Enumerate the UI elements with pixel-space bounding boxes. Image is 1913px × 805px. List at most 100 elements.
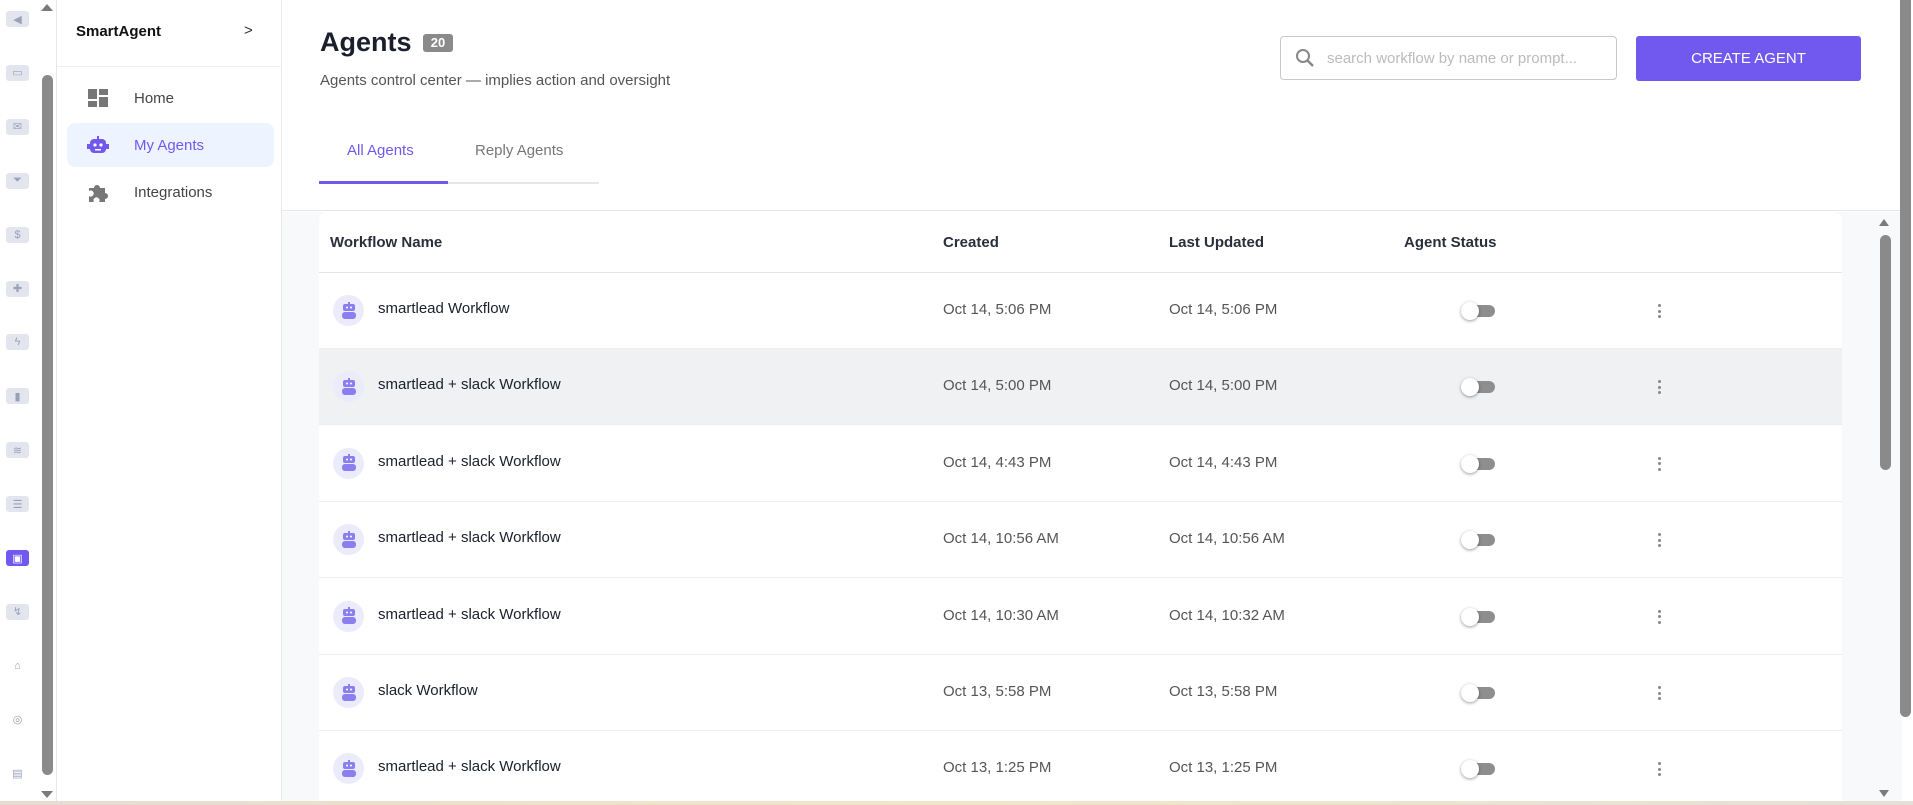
table-row[interactable]: smartlead + slack Workflow Oct 14, 5:00 P… — [319, 349, 1842, 426]
bar-chart-icon[interactable]: ▮ — [6, 388, 29, 405]
more-options-icon[interactable] — [1655, 759, 1663, 779]
sidebar-item-integrations[interactable]: Integrations — [67, 170, 274, 214]
more-options-icon[interactable] — [1655, 530, 1663, 550]
agent-status-toggle[interactable] — [1461, 302, 1495, 320]
robot-icon[interactable]: ▣ — [6, 550, 29, 566]
last-updated-date: Oct 14, 5:06 PM — [1169, 301, 1278, 318]
table-scroll-up[interactable] — [1879, 219, 1889, 226]
agent-status-toggle[interactable] — [1461, 760, 1495, 779]
book-icon[interactable]: ▤ — [6, 766, 29, 782]
more-options-icon[interactable] — [1655, 683, 1663, 703]
filter-icon[interactable]: ⏷ — [6, 172, 29, 189]
more-options-icon[interactable] — [1655, 377, 1663, 397]
workflow-name[interactable]: smartlead + slack Workflow — [378, 376, 561, 393]
active-tab-indicator — [319, 181, 448, 184]
content-area: Workflow Name Created Last Updated Agent… — [282, 212, 1902, 805]
app-rail: ◀ ▭ ✉ ⏷ $ ✚ ϟ ▮ ≋ ☰ ▣ ↯ ⌂ ◎ ▤ — [0, 0, 57, 805]
last-updated-date: Oct 13, 1:25 PM — [1169, 759, 1278, 777]
agent-status-toggle[interactable] — [1461, 684, 1495, 702]
agent-status-toggle[interactable] — [1461, 531, 1495, 550]
workflow-name[interactable]: slack Workflow — [378, 682, 478, 699]
agent-avatar-robot-icon — [333, 677, 364, 708]
agent-avatar-robot-icon — [333, 371, 364, 403]
agents-table: Workflow Name Created Last Updated Agent… — [319, 212, 1842, 805]
last-updated-date: Oct 14, 5:00 PM — [1169, 377, 1278, 395]
table-scrollbar[interactable] — [1880, 235, 1891, 470]
agent-avatar-robot-icon — [333, 524, 364, 556]
rail-scroll-down[interactable] — [41, 791, 53, 798]
workflow-name[interactable]: smartlead + slack Workflow — [378, 453, 561, 470]
sidebar-item-label: My Agents — [134, 136, 205, 154]
workflow-name[interactable]: smartlead + slack Workflow — [378, 606, 561, 623]
divider — [57, 66, 282, 67]
dollar-icon[interactable]: $ — [6, 226, 29, 243]
table-row[interactable]: smartlead + slack Workflow Oct 14, 10:30 … — [319, 579, 1842, 655]
agent-count-badge: 20 — [423, 34, 453, 52]
more-options-icon[interactable] — [1655, 301, 1663, 321]
support-icon[interactable]: ◎ — [6, 712, 29, 728]
column-header-created[interactable]: Created — [943, 234, 999, 251]
brand-title: SmartAgent — [76, 23, 162, 40]
tab-all-agents[interactable]: All Agents — [347, 142, 414, 159]
created-date: Oct 13, 1:25 PM — [943, 759, 1052, 777]
tab-reply-agents[interactable]: Reply Agents — [475, 142, 563, 159]
agent-status-toggle[interactable] — [1461, 607, 1495, 626]
last-updated-date: Oct 14, 4:43 PM — [1169, 453, 1278, 471]
created-date: Oct 14, 10:56 AM — [943, 530, 1059, 548]
megaphone-icon[interactable]: ◀ — [6, 11, 29, 27]
table-row[interactable]: slack Workflow Oct 13, 5:58 PM Oct 13, 5:5… — [319, 655, 1842, 731]
sidebar-item-label: Integrations — [134, 183, 213, 201]
created-date: Oct 14, 5:00 PM — [943, 377, 1052, 395]
search-box[interactable] — [1280, 36, 1617, 80]
agent-avatar-robot-icon — [333, 600, 364, 632]
table-row[interactable]: smartlead + slack Workflow Oct 13, 1:25 P… — [319, 731, 1842, 805]
created-date: Oct 14, 4:43 PM — [943, 453, 1052, 471]
inbox-icon[interactable]: ▭ — [6, 64, 29, 81]
expand-chevron-icon[interactable]: > — [244, 22, 253, 39]
puzzle-icon — [87, 183, 109, 202]
taskbar-edge — [0, 801, 1913, 805]
sidebar-item-label: Home — [134, 89, 175, 107]
agent-status-toggle[interactable] — [1461, 378, 1495, 397]
last-updated-date: Oct 14, 10:56 AM — [1169, 530, 1285, 548]
sidebar: SmartAgent > Home My Agents Integrations — [57, 0, 282, 805]
robot-icon — [87, 136, 109, 154]
workflow-name[interactable]: smartlead + slack Workflow — [378, 758, 561, 775]
table-scroll-down[interactable] — [1879, 790, 1889, 797]
workflow-name[interactable]: smartlead + slack Workflow — [378, 529, 561, 546]
search-icon — [1295, 48, 1315, 68]
more-options-icon[interactable] — [1655, 607, 1663, 627]
workflow-name[interactable]: smartlead Workflow — [378, 300, 509, 317]
page-title: Agents — [320, 27, 412, 57]
workflow-icon[interactable]: ↯ — [6, 603, 29, 620]
create-agent-button[interactable]: CREATE AGENT — [1636, 36, 1861, 81]
last-updated-date: Oct 13, 5:58 PM — [1169, 683, 1278, 700]
agent-status-toggle[interactable] — [1461, 454, 1495, 473]
agent-avatar-robot-icon — [333, 753, 364, 785]
rail-scroll-up[interactable] — [41, 4, 53, 11]
column-header-workflow-name[interactable]: Workflow Name — [330, 234, 442, 251]
page-scrollbar[interactable] — [1900, 0, 1911, 717]
puzzle-icon[interactable]: ✚ — [6, 280, 29, 297]
created-date: Oct 13, 5:58 PM — [943, 683, 1052, 700]
mail-icon[interactable]: ✉ — [6, 118, 29, 135]
table-row[interactable]: smartlead Workflow Oct 14, 5:06 PM Oct 14,… — [319, 273, 1842, 349]
server-icon[interactable]: ☰ — [6, 496, 29, 513]
table-row[interactable]: smartlead + slack Workflow Oct 14, 4:43 P… — [319, 426, 1842, 502]
agent-avatar-robot-icon — [333, 295, 364, 326]
sidebar-item-home[interactable]: Home — [67, 76, 274, 120]
page-subtitle: Agents control center — implies action a… — [320, 72, 671, 89]
lightning-icon[interactable]: ϟ — [6, 334, 29, 351]
search-input[interactable] — [1327, 49, 1607, 67]
layers-icon[interactable]: ≋ — [6, 442, 29, 459]
agent-avatar-robot-icon — [333, 447, 364, 479]
rail-scrollbar[interactable] — [42, 75, 53, 775]
sidebar-item-my-agents[interactable]: My Agents — [67, 123, 274, 167]
table-row[interactable]: smartlead + slack Workflow Oct 14, 10:56 … — [319, 502, 1842, 579]
more-options-icon[interactable] — [1655, 454, 1663, 474]
page-header: Agents 20 Agents control center — implie… — [282, 0, 1902, 211]
column-header-agent-status[interactable]: Agent Status — [1404, 234, 1497, 251]
bank-icon[interactable]: ⌂ — [6, 658, 29, 674]
column-header-last-updated[interactable]: Last Updated — [1169, 234, 1264, 251]
created-date: Oct 14, 5:06 PM — [943, 301, 1052, 318]
